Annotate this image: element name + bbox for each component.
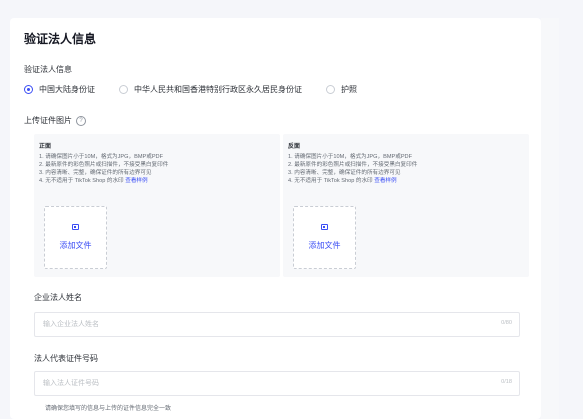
legal-id-field[interactable]: 0/18	[34, 371, 520, 396]
rule-line: 3. 内容清晰、完整，确保证件的所有边界可见	[288, 170, 401, 176]
id-type-radio-group: 中国大陆身份证 中华人民共和国香港特别行政区永久居民身份证 护照	[24, 84, 381, 95]
image-upload-icon	[72, 224, 79, 230]
legal-name-field[interactable]: 0/80	[34, 312, 520, 337]
rule-text: 4. 无不适用于 TikTok Shop 的水印	[288, 178, 373, 184]
help-icon[interactable]: ?	[76, 115, 86, 126]
legal-id-label: 法人代表证件号码	[34, 354, 98, 363]
radio-hk-permanent-id[interactable]: 中华人民共和国香港特别行政区永久居民身份证	[119, 84, 302, 95]
add-file-text: 添加文件	[59, 241, 92, 250]
char-counter: 0/18	[501, 379, 512, 385]
example-link[interactable]: 查看样例	[374, 178, 396, 184]
legal-name-label: 企业法人姓名	[34, 293, 82, 302]
radio-unselected-icon[interactable]	[326, 85, 335, 94]
radio-passport[interactable]: 护照	[326, 84, 357, 95]
rule-line: 2. 最新原件的彩色照片或扫描件，不接受黑白复印件	[288, 162, 418, 168]
add-file-text: 添加文件	[308, 241, 341, 250]
consistency-hint: 请确保您填写的信息与上传的证件信息完全一致	[45, 406, 172, 412]
rule-line-with-link: 4. 无不适用于 TikTok Shop 的水印 查看样例	[39, 177, 168, 185]
upload-label-text: 上传证件图片	[24, 116, 72, 125]
right-gutter	[541, 18, 559, 419]
rule-line: 3. 内容清晰、完整，确保证件的所有边界可见	[39, 170, 152, 176]
image-upload-icon	[321, 224, 328, 230]
upload-dropzone-front[interactable]: 添加文件	[44, 206, 107, 269]
panel-title: 正面	[39, 144, 52, 150]
char-counter: 0/80	[501, 320, 512, 326]
example-link[interactable]: 查看样例	[125, 178, 147, 184]
rule-line-with-link: 4. 无不适用于 TikTok Shop 的水印 查看样例	[288, 177, 417, 185]
rule-line: 2. 最新原件的彩色照片或扫描件，不接受黑白复印件	[39, 162, 169, 168]
radio-selected-icon[interactable]	[24, 85, 33, 94]
legal-id-input[interactable]	[35, 372, 463, 395]
upload-dropzone-back[interactable]: 添加文件	[293, 206, 356, 269]
panel-title: 反面	[288, 144, 301, 150]
upload-rules: 1. 请确保图片小于10M，格式为JPG，BMP或PDF 2. 最新原件的彩色照…	[39, 153, 168, 185]
id-type-label: 验证法人信息	[24, 65, 72, 74]
radio-label: 中国大陆身份证	[39, 85, 95, 94]
radio-mainland-id[interactable]: 中国大陆身份证	[24, 84, 95, 95]
legal-name-input[interactable]	[35, 313, 463, 336]
upload-rules: 1. 请确保图片小于10M，格式为JPG，BMP或PDF 2. 最新原件的彩色照…	[288, 153, 417, 185]
upload-panel-back: 反面 1. 请确保图片小于10M，格式为JPG，BMP或PDF 2. 最新原件的…	[283, 134, 529, 277]
section-title: 验证法人信息	[24, 32, 97, 46]
radio-label: 护照	[341, 85, 357, 94]
rule-line: 1. 请确保图片小于10M，格式为JPG，BMP或PDF	[39, 154, 164, 160]
rule-line: 1. 请确保图片小于10M，格式为JPG，BMP或PDF	[288, 154, 413, 160]
radio-unselected-icon[interactable]	[119, 85, 128, 94]
upload-label: 上传证件图片 ?	[24, 115, 86, 126]
rule-text: 4. 无不适用于 TikTok Shop 的水印	[39, 178, 124, 184]
radio-label: 中华人民共和国香港特别行政区永久居民身份证	[134, 85, 302, 94]
upload-panel-front: 正面 1. 请确保图片小于10M，格式为JPG，BMP或PDF 2. 最新原件的…	[34, 134, 280, 277]
